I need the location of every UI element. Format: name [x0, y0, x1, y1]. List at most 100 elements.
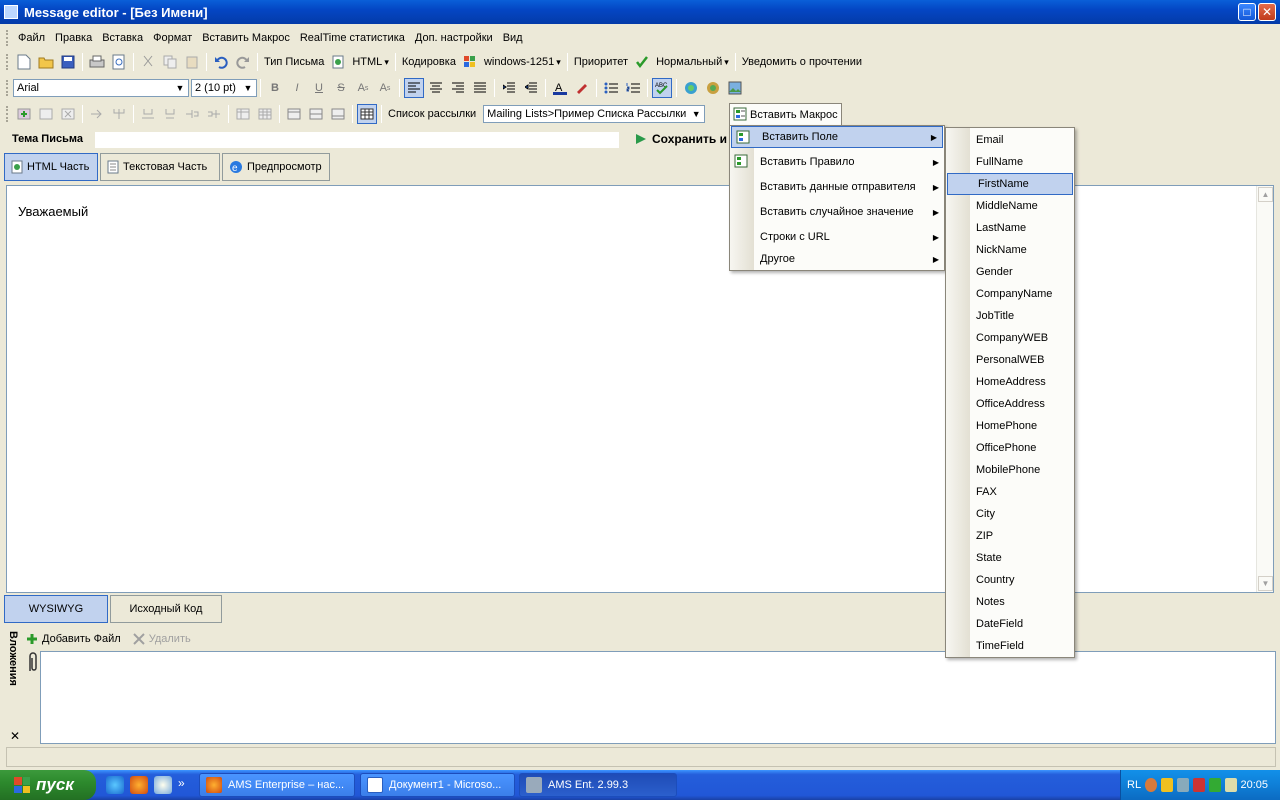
- mailing-list-select[interactable]: Mailing Lists>Пример Списка Рассылки ▼: [483, 105, 706, 123]
- field-item-companyweb[interactable]: CompanyWEB: [946, 327, 1074, 349]
- menu-item-insert-field[interactable]: Вставить Поле ▶: [731, 126, 943, 148]
- subscript-icon[interactable]: As: [353, 78, 373, 98]
- field-item-jobtitle[interactable]: JobTitle: [946, 305, 1074, 327]
- cell-props-icon[interactable]: [233, 104, 253, 124]
- menu-extra-settings[interactable]: Доп. настройки: [410, 32, 498, 44]
- vertical-scrollbar[interactable]: ▲ ▼: [1256, 186, 1273, 592]
- field-item-mobilephone[interactable]: MobilePhone: [946, 459, 1074, 481]
- field-item-officephone[interactable]: OfficePhone: [946, 437, 1074, 459]
- start-button[interactable]: пуск: [0, 770, 96, 800]
- field-item-email[interactable]: Email: [946, 129, 1074, 151]
- table-props-icon[interactable]: [36, 104, 56, 124]
- spellcheck-icon[interactable]: ABC: [652, 78, 672, 98]
- menu-insert[interactable]: Вставка: [97, 32, 148, 44]
- indent-icon[interactable]: [499, 78, 519, 98]
- field-item-firstname[interactable]: FirstName: [947, 173, 1073, 195]
- insert-macro-button[interactable]: Вставить Макрос: [729, 103, 842, 125]
- delete-cell-icon[interactable]: [204, 104, 224, 124]
- print-icon[interactable]: [87, 52, 107, 72]
- close-icon[interactable]: ✕: [10, 729, 20, 743]
- task-word-document[interactable]: Документ1 - Microso...: [360, 773, 515, 797]
- text-color-icon[interactable]: A: [550, 78, 570, 98]
- menu-item-sender-data[interactable]: Вставить данные отправителя ▶: [730, 176, 944, 198]
- add-file-button[interactable]: Добавить Файл: [26, 633, 121, 645]
- field-item-gender[interactable]: Gender: [946, 261, 1074, 283]
- quick-launch-more-icon[interactable]: »: [178, 776, 185, 794]
- menu-realtime-stats[interactable]: RealTime статистика: [295, 32, 410, 44]
- task-ams-enterprise[interactable]: AMS Enterprise – нас...: [199, 773, 355, 797]
- network-icon[interactable]: [1176, 778, 1189, 792]
- delete-file-button[interactable]: Удалить: [133, 633, 191, 645]
- image-icon[interactable]: [725, 78, 745, 98]
- tab-html-part[interactable]: HTML Часть: [4, 153, 98, 181]
- new-document-icon[interactable]: [14, 52, 34, 72]
- field-item-middlename[interactable]: MiddleName: [946, 195, 1074, 217]
- tab-text-part[interactable]: Текстовая Часть: [100, 153, 220, 181]
- tab-source-code[interactable]: Исходный Код: [110, 595, 222, 623]
- align-justify-icon[interactable]: [470, 78, 490, 98]
- html-editor[interactable]: Уважаемый ▲ ▼: [6, 185, 1274, 593]
- ie-icon[interactable]: [106, 776, 124, 794]
- update-icon[interactable]: [1208, 778, 1221, 792]
- row-above-icon[interactable]: [284, 104, 304, 124]
- menu-item-insert-rule[interactable]: Вставить Правило ▶: [730, 151, 944, 173]
- delete-table-icon[interactable]: [58, 104, 78, 124]
- charset-dropdown[interactable]: windows-1251: [481, 56, 564, 68]
- merge-cells-icon[interactable]: [138, 104, 158, 124]
- scroll-down-icon[interactable]: ▼: [1258, 576, 1273, 591]
- insert-column-icon[interactable]: [87, 104, 107, 124]
- anchor-icon[interactable]: [703, 78, 723, 98]
- close-button[interactable]: ✕: [1258, 3, 1276, 21]
- link-icon[interactable]: [681, 78, 701, 98]
- menu-item-url-strings[interactable]: Строки с URL ▶: [730, 226, 944, 248]
- align-left-icon[interactable]: [404, 78, 424, 98]
- highlight-icon[interactable]: [572, 78, 592, 98]
- firefox-icon[interactable]: [130, 776, 148, 794]
- attachments-list[interactable]: [40, 651, 1276, 744]
- underline-icon[interactable]: U: [309, 78, 329, 98]
- field-item-country[interactable]: Country: [946, 569, 1074, 591]
- split-cells-icon[interactable]: [160, 104, 180, 124]
- font-size-select[interactable]: 2 (10 pt) ▼: [191, 79, 257, 97]
- strikethrough-icon[interactable]: S: [331, 78, 351, 98]
- field-item-datefield[interactable]: DateField: [946, 613, 1074, 635]
- menu-item-random-value[interactable]: Вставить случайное значение ▶: [730, 201, 944, 223]
- bold-icon[interactable]: B: [265, 78, 285, 98]
- print-preview-icon[interactable]: [109, 52, 129, 72]
- field-item-zip[interactable]: ZIP: [946, 525, 1074, 547]
- scroll-up-icon[interactable]: ▲: [1258, 187, 1273, 202]
- task-ams-ent[interactable]: AMS Ent. 2.99.3: [519, 773, 677, 797]
- paste-icon[interactable]: [182, 52, 202, 72]
- tab-wysiwyg[interactable]: WYSIWYG: [4, 595, 108, 623]
- outlook-icon[interactable]: [154, 776, 172, 794]
- field-item-companyname[interactable]: CompanyName: [946, 283, 1074, 305]
- field-item-state[interactable]: State: [946, 547, 1074, 569]
- align-center-icon[interactable]: [426, 78, 446, 98]
- redo-icon[interactable]: [233, 52, 253, 72]
- table-icon[interactable]: [357, 104, 377, 124]
- open-folder-icon[interactable]: [36, 52, 56, 72]
- read-receipt-toggle[interactable]: Уведомить о прочтении: [739, 56, 865, 68]
- align-right-icon[interactable]: [448, 78, 468, 98]
- field-item-fax[interactable]: FAX: [946, 481, 1074, 503]
- insert-row-icon[interactable]: [14, 104, 34, 124]
- font-select[interactable]: Arial ▼: [13, 79, 189, 97]
- cut-icon[interactable]: [138, 52, 158, 72]
- language-indicator[interactable]: RL: [1127, 779, 1141, 791]
- html-type-dropdown[interactable]: HTML: [349, 56, 391, 68]
- field-item-homeaddress[interactable]: HomeAddress: [946, 371, 1074, 393]
- menu-view[interactable]: Вид: [498, 32, 528, 44]
- subject-input[interactable]: [94, 131, 620, 149]
- maximize-button[interactable]: □: [1238, 3, 1256, 21]
- field-item-officeaddress[interactable]: OfficeAddress: [946, 393, 1074, 415]
- field-item-notes[interactable]: Notes: [946, 591, 1074, 613]
- shield-icon[interactable]: [1160, 778, 1173, 792]
- menu-insert-macro[interactable]: Вставить Макрос: [197, 32, 295, 44]
- save-and-button[interactable]: Сохранить и: [634, 132, 727, 146]
- row-below-icon[interactable]: [328, 104, 348, 124]
- field-item-fullname[interactable]: FullName: [946, 151, 1074, 173]
- priority-dropdown[interactable]: Нормальный: [653, 56, 732, 68]
- field-item-city[interactable]: City: [946, 503, 1074, 525]
- numbered-list-icon[interactable]: [623, 78, 643, 98]
- menu-format[interactable]: Формат: [148, 32, 197, 44]
